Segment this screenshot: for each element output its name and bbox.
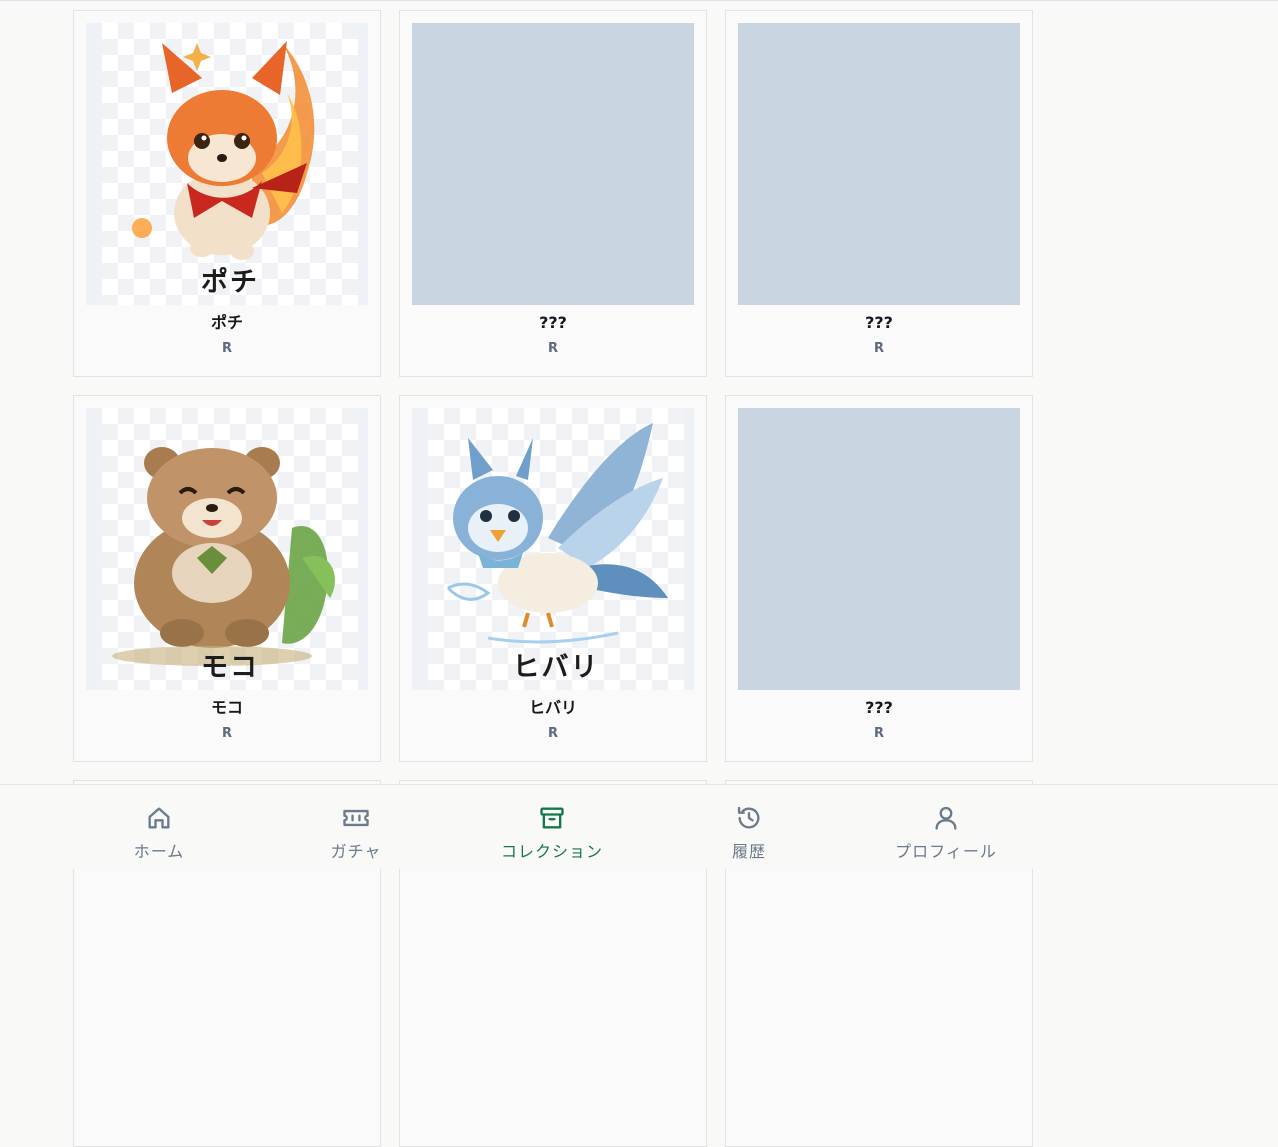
locked-placeholder [412,23,694,305]
nav-label: ホーム [133,842,185,861]
card-name: ??? [539,313,567,332]
locked-placeholder [738,23,1020,305]
card-rarity: R [547,726,558,741]
archive-box-icon [540,807,564,829]
nav-item-history[interactable]: 履歴 [669,785,829,870]
history-icon [737,806,760,829]
collection-grid: ポチ ポチ R ??? R ??? R モコ モコ R ヒバリ ヒバリ R ??… [73,10,1033,1147]
ticket-icon [343,809,369,827]
nav-label: コレクション [500,842,603,861]
card-name: ??? [865,698,893,717]
nav-item-collection[interactable]: コレクション [472,785,632,870]
locked-placeholder [738,408,1020,690]
art-title-text: ヒバリ [512,652,600,683]
user-icon [935,806,957,830]
character-image-wind-bird: ヒバリ [412,408,694,690]
art-title-text: ポチ [201,267,259,298]
collection-card[interactable]: ??? R [399,10,707,377]
nav-label: プロフィール [895,842,997,861]
nav-item-profile[interactable]: プロフィール [866,785,1026,870]
collection-card[interactable]: ??? R [725,395,1033,762]
card-name: ヒバリ [528,698,577,717]
card-rarity: R [873,726,884,741]
card-rarity: R [547,341,558,356]
nav-label: ガチャ [330,842,382,861]
card-rarity: R [873,341,884,356]
character-image-fire-dog: ポチ [86,23,368,305]
art-title-text: モコ [201,652,259,683]
nav-item-gacha[interactable]: ガチャ [276,785,436,870]
nav-item-home[interactable]: ホーム [79,785,239,870]
nav-label: 履歴 [731,842,766,861]
collection-card[interactable]: ??? R [725,10,1033,377]
card-rarity: R [221,726,232,741]
home-icon [148,807,170,829]
card-name: モコ [210,698,243,717]
card-name: ポチ [210,313,243,332]
collection-card[interactable]: モコ モコ R [73,395,381,762]
character-image-earth-bear: モコ [86,408,368,690]
collection-card[interactable]: ポチ ポチ R [73,10,381,377]
collection-card[interactable]: ヒバリ ヒバリ R [399,395,707,762]
card-name: ??? [865,313,893,332]
card-rarity: R [221,341,232,356]
bottom-nav: ホーム ガチャ コレクション 履歴 プロフィール [0,784,1278,869]
